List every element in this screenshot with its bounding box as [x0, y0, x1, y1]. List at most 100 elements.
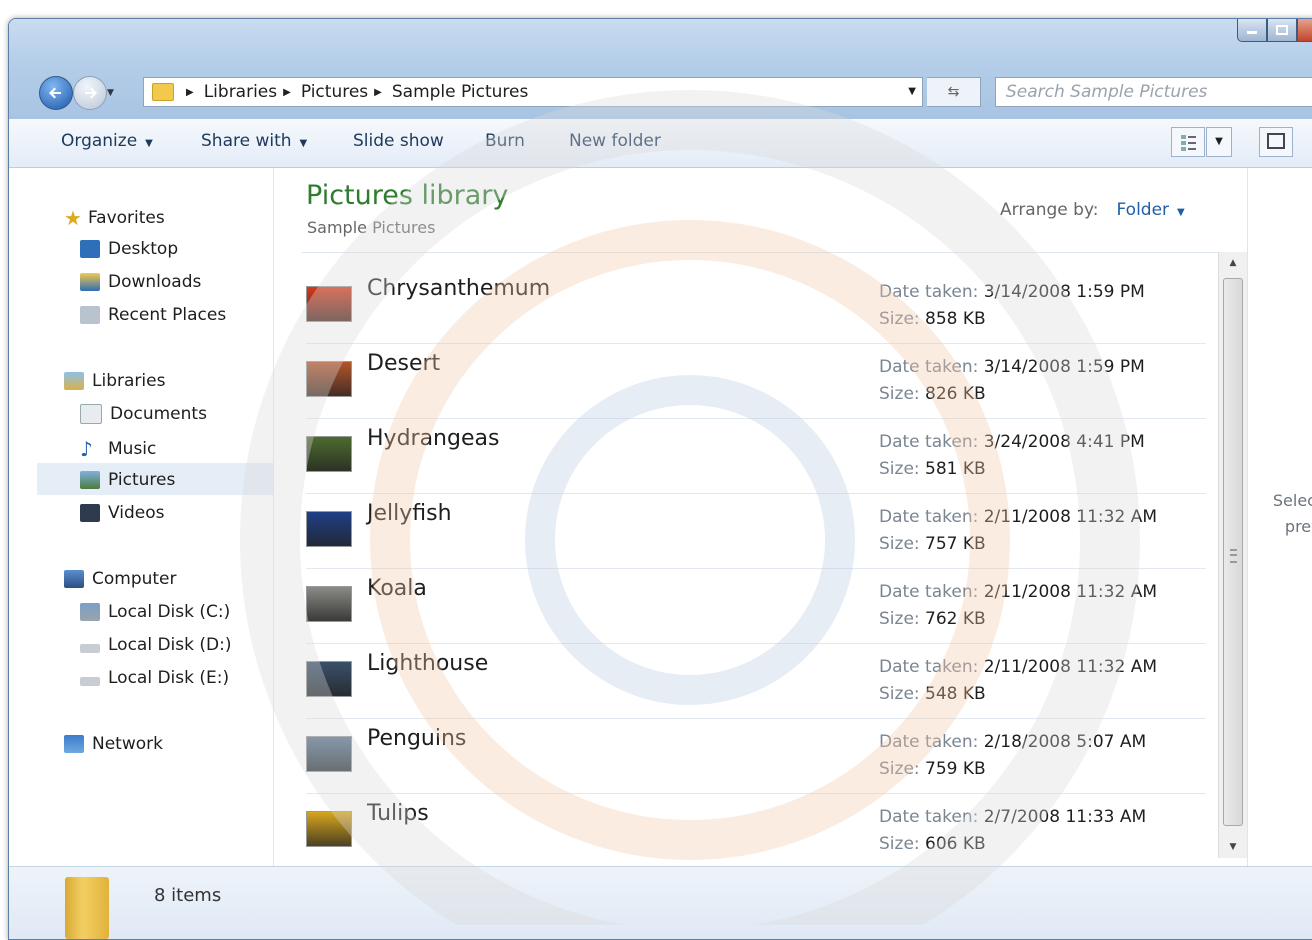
- nav-label: Recent Places: [108, 305, 227, 325]
- forward-button[interactable]: [73, 76, 107, 110]
- file-size: Size: 581 KB: [879, 459, 986, 479]
- breadcrumb-arrow-icon[interactable]: ▶: [186, 87, 194, 98]
- nav-libraries[interactable]: Libraries: [64, 371, 165, 391]
- thumbnail-image: [306, 661, 352, 697]
- nav-network[interactable]: Network: [64, 734, 163, 754]
- pictures-icon: [80, 471, 100, 489]
- date-taken-label: Date taken:: [879, 657, 979, 677]
- breadcrumb-pictures[interactable]: Pictures: [301, 82, 368, 102]
- drive-icon: [80, 676, 100, 686]
- nav-favorites[interactable]: ★ Favorites: [64, 206, 165, 230]
- chevron-down-icon[interactable]: ▼: [1177, 207, 1185, 218]
- file-name[interactable]: Hydrangeas: [367, 426, 499, 451]
- date-taken-value: 2/11/2008 11:32 AM: [983, 582, 1157, 602]
- nav-computer[interactable]: Computer: [64, 569, 177, 589]
- size-value: 548 KB: [925, 684, 986, 704]
- thumbnail-image: [306, 811, 352, 847]
- file-name[interactable]: Tulips: [367, 801, 429, 826]
- date-taken-value: 3/14/2008 1:59 PM: [983, 282, 1145, 302]
- divider: [302, 252, 1222, 253]
- computer-icon: [64, 570, 84, 588]
- arrange-by-dropdown[interactable]: Folder: [1117, 200, 1170, 220]
- size-label: Size:: [879, 834, 920, 854]
- window-controls: [1237, 19, 1312, 42]
- scrollbar-thumb[interactable]: [1223, 278, 1243, 826]
- slide-show-button[interactable]: Slide show: [353, 131, 444, 151]
- address-bar[interactable]: ▶ Libraries ▶ Pictures ▶ Sample Pictures…: [143, 77, 923, 107]
- organize-button[interactable]: Organize ▼: [61, 131, 153, 151]
- nav-local-disk-d[interactable]: Local Disk (D:): [80, 635, 231, 655]
- thumbnail-image: [306, 736, 352, 772]
- new-folder-button[interactable]: New folder: [569, 131, 661, 151]
- breadcrumb-libraries[interactable]: Libraries: [204, 82, 277, 102]
- size-label: Size:: [879, 384, 920, 404]
- file-name[interactable]: Jellyfish: [367, 501, 452, 526]
- list-item[interactable]: Hydrangeas Date taken: 3/24/2008 4:41 PM S…: [306, 418, 1206, 494]
- list-item[interactable]: Chrysanthemum Date taken: 3/14/2008 1:59 …: [306, 268, 1206, 344]
- list-item[interactable]: Koala Date taken: 2/11/2008 11:32 AM Size:…: [306, 568, 1206, 644]
- vertical-scrollbar[interactable]: ▲ ▼: [1218, 252, 1247, 858]
- nav-music[interactable]: ♪ Music: [80, 437, 156, 461]
- close-button[interactable]: [1297, 19, 1312, 42]
- date-taken-value: 3/14/2008 1:59 PM: [983, 357, 1145, 377]
- file-name[interactable]: Koala: [367, 576, 427, 601]
- nav-downloads[interactable]: Downloads: [80, 272, 201, 292]
- item-count: 8 items: [154, 885, 222, 906]
- burn-button[interactable]: Burn: [485, 131, 525, 151]
- file-name[interactable]: Chrysanthemum: [367, 276, 550, 301]
- preview-pane: Select a previ: [1247, 168, 1312, 869]
- explorer-window: ▼ ▶ Libraries ▶ Pictures ▶ Sample Pictur…: [8, 18, 1312, 940]
- nav-pictures[interactable]: Pictures: [80, 470, 175, 490]
- nav-label: Computer: [92, 569, 177, 589]
- date-taken-label: Date taken:: [879, 357, 979, 377]
- list-item[interactable]: Desert Date taken: 3/14/2008 1:59 PM Size:…: [306, 343, 1206, 419]
- maximize-icon: [1276, 25, 1288, 35]
- list-item[interactable]: Jellyfish Date taken: 2/11/2008 11:32 AM S…: [306, 493, 1206, 569]
- nav-label: Local Disk (E:): [108, 668, 230, 688]
- system-drive-icon: [80, 603, 100, 621]
- address-history-dropdown[interactable]: ▼: [908, 86, 916, 97]
- share-with-button[interactable]: Share with ▼: [201, 131, 307, 151]
- view-options-dropdown[interactable]: ▼: [1206, 127, 1232, 157]
- page-subtitle: Sample Pictures: [307, 218, 436, 237]
- date-taken: Date taken: 3/24/2008 4:41 PM: [879, 432, 1145, 452]
- nav-local-disk-e[interactable]: Local Disk (E:): [80, 668, 229, 688]
- file-name[interactable]: Lighthouse: [367, 651, 488, 676]
- organize-label: Organize: [61, 131, 138, 151]
- back-button[interactable]: [39, 76, 73, 110]
- minimize-button[interactable]: [1237, 19, 1267, 42]
- list-item[interactable]: Tulips Date taken: 2/7/2008 11:33 AM Size:…: [306, 793, 1206, 869]
- file-name[interactable]: Penguins: [367, 726, 466, 751]
- size-label: Size:: [879, 309, 920, 329]
- nav-desktop[interactable]: Desktop: [80, 239, 178, 259]
- nav-documents[interactable]: Documents: [80, 404, 207, 424]
- scroll-up-arrow-icon[interactable]: ▲: [1219, 252, 1247, 274]
- breadcrumb-arrow-icon[interactable]: ▶: [374, 87, 382, 98]
- size-label: Size:: [879, 759, 920, 779]
- nav-videos[interactable]: Videos: [80, 503, 165, 523]
- desktop-background: [0, 0, 1312, 18]
- back-arrow-icon: [49, 87, 61, 99]
- size-label: Size:: [879, 534, 920, 554]
- date-taken-value: 2/11/2008 11:32 AM: [983, 507, 1157, 527]
- thumbnail-image: [306, 586, 352, 622]
- nav-recent-places[interactable]: Recent Places: [80, 305, 226, 325]
- recent-pages-dropdown[interactable]: ▼: [107, 88, 114, 98]
- date-taken-label: Date taken:: [879, 282, 979, 302]
- nav-local-disk-c[interactable]: Local Disk (C:): [80, 602, 230, 622]
- refresh-button[interactable]: ⇆: [927, 77, 981, 107]
- breadcrumb-sample-pictures[interactable]: Sample Pictures: [392, 82, 528, 102]
- date-taken: Date taken: 2/11/2008 11:32 AM: [879, 507, 1157, 527]
- search-input[interactable]: Search Sample Pictures: [995, 77, 1312, 107]
- list-item[interactable]: Lighthouse Date taken: 2/11/2008 11:32 AM…: [306, 643, 1206, 719]
- thumbnail-image: [306, 511, 352, 547]
- file-name[interactable]: Desert: [367, 351, 440, 376]
- breadcrumb-arrow-icon[interactable]: ▶: [283, 87, 291, 98]
- date-taken: Date taken: 2/18/2008 5:07 AM: [879, 732, 1146, 752]
- maximize-button[interactable]: [1267, 19, 1297, 42]
- list-item[interactable]: Penguins Date taken: 2/18/2008 5:07 AM Siz…: [306, 718, 1206, 794]
- date-taken-label: Date taken:: [879, 732, 979, 752]
- change-view-button[interactable]: [1171, 127, 1205, 157]
- scroll-down-arrow-icon[interactable]: ▼: [1219, 836, 1247, 858]
- preview-pane-button[interactable]: [1259, 127, 1293, 157]
